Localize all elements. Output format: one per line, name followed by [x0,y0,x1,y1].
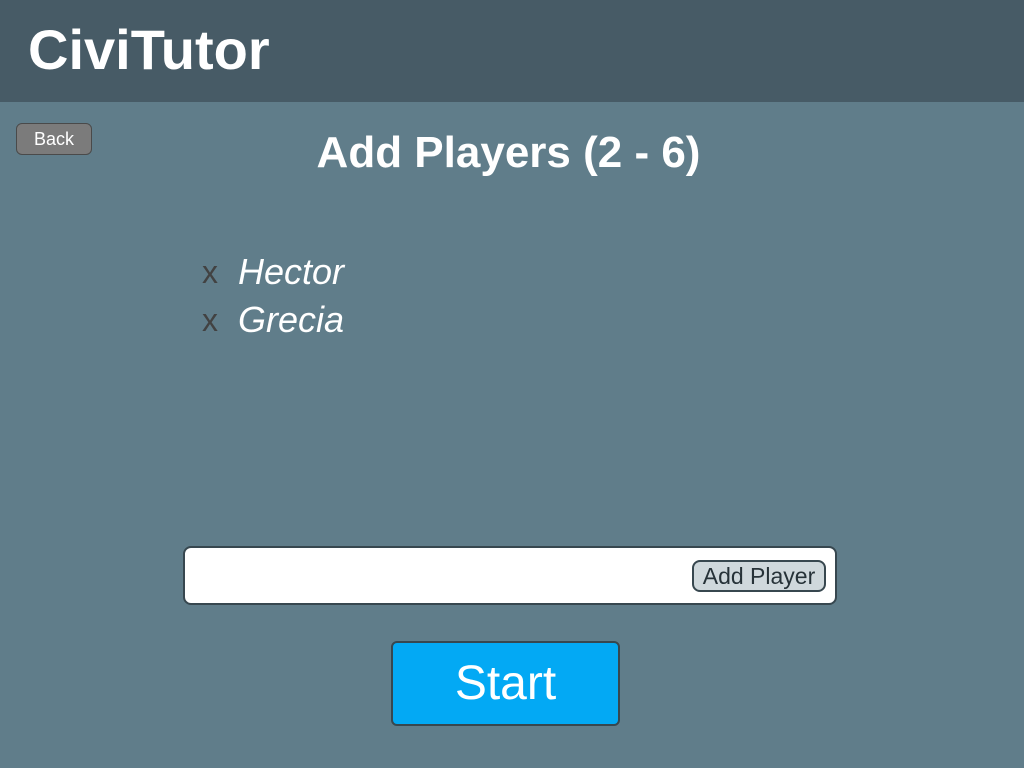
remove-player-icon[interactable]: x [198,300,222,340]
page-title: Add Players (2 - 6) [316,128,701,177]
start-button[interactable]: Start [391,641,620,726]
player-name: Hector [238,251,345,292]
top-bar: CiviTutor [0,0,1024,102]
add-player-form: Add Player [183,546,837,605]
app-title: CiviTutor [28,18,270,81]
civitutor-app: CiviTutor Back Add Players (2 - 6) x Hec… [0,0,1024,768]
player-list: x Hector x Grecia [198,248,344,344]
player-list-item: x Grecia [198,296,344,344]
player-name: Grecia [238,299,345,340]
remove-player-icon[interactable]: x [198,252,222,292]
player-list-item: x Hector [198,248,344,296]
add-player-button[interactable]: Add Player [692,560,826,592]
player-name-input[interactable] [193,556,687,597]
